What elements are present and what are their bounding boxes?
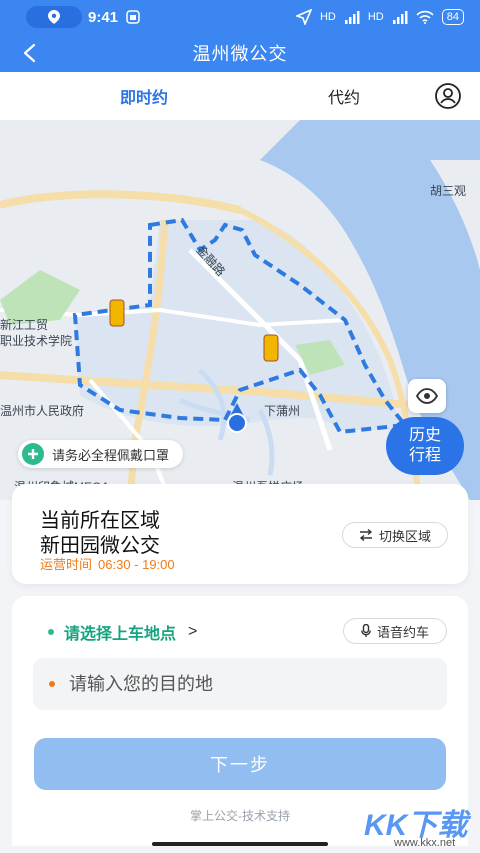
destination-row [33,658,447,710]
next-step-button[interactable]: 下一步 [34,738,446,790]
location-pill [26,6,82,28]
status-bar: 9:41 HD HD 84 [0,0,480,34]
app-badge-icon [126,10,140,24]
health-shield-icon [22,443,44,465]
back-arrow-icon [23,43,36,63]
operating-hours-value: 06:30 - 19:00 [98,557,175,572]
watermark-logo: KK下载 www.kkx.net [364,800,476,852]
history-label-line1: 历史 [408,427,441,444]
map-label-city-government: 温州市人民政府 [0,404,85,418]
mask-notice-text: 请务必全程佩戴口罩 [52,447,170,463]
eye-target-icon [416,388,438,404]
watermark-url: www.kkx.net [394,837,456,849]
mask-notice-banner: 请务必全程佩戴口罩 [18,440,184,468]
operating-hours-label: 运营时间 [40,557,93,572]
signal-hd-label-2: HD [367,11,384,23]
map-label-xiapuzhou: 下蒲州 [264,404,301,418]
app-header: 温州微公交 [0,34,480,72]
history-trips-button[interactable]: 历史 行程 [386,417,464,475]
signal-hd-label-1: HD [319,11,336,23]
page-title: 温州微公交 [192,44,288,64]
user-profile-icon[interactable] [434,82,462,110]
user-location-marker [227,413,247,433]
battery-indicator: 84 [441,9,464,25]
booking-tabs: 即时约 代约 [0,72,480,120]
map-label-vocational-college: 职业技术学院 [0,334,73,348]
map-label-husanguan: 胡三观 [430,184,467,198]
current-area-card: 当前所在区域 新田园微公交 运营时间 06:30 - 19:00 切换区域 [12,484,468,584]
bus-marker-2[interactable] [263,334,279,362]
wifi-icon [416,10,434,24]
signal-bars-icon-1 [344,11,360,24]
switch-area-button[interactable]: 切换区域 [342,522,448,548]
location-pin-icon [48,10,60,24]
pickup-selector[interactable]: 请选择上车地点 > [48,620,197,644]
road-north [0,190,241,214]
destination-input[interactable] [69,673,409,695]
tab-proxy-booking[interactable]: 代约 [328,84,360,108]
locate-button[interactable] [408,379,446,413]
destination-dot-icon [49,681,55,687]
operating-hours: 运营时间 06:30 - 19:00 [40,554,175,573]
chevron-right-icon: > [188,623,198,640]
bus-marker-1[interactable] [109,299,125,327]
tab-immediate-booking[interactable]: 即时约 [120,84,168,108]
navigation-arrow-icon [295,9,312,25]
signal-bars-icon-2 [392,11,408,24]
pickup-label: 请选择上车地点 [64,626,177,643]
status-icons: HD HD 84 [295,9,464,25]
voice-booking-label: 语音约车 [376,624,429,640]
status-time: 9:41 [88,8,119,26]
pickup-dot-icon [48,629,54,635]
history-label-line2: 行程 [408,447,441,464]
swap-arrows-icon [359,529,373,541]
voice-booking-button[interactable]: 语音约车 [343,618,447,644]
switch-area-label: 切换区域 [378,528,431,544]
microphone-icon [361,624,371,637]
back-button[interactable] [14,38,44,68]
map-label-xinjiang-college: 新江工贸 [0,318,49,332]
home-indicator[interactable] [152,842,328,846]
